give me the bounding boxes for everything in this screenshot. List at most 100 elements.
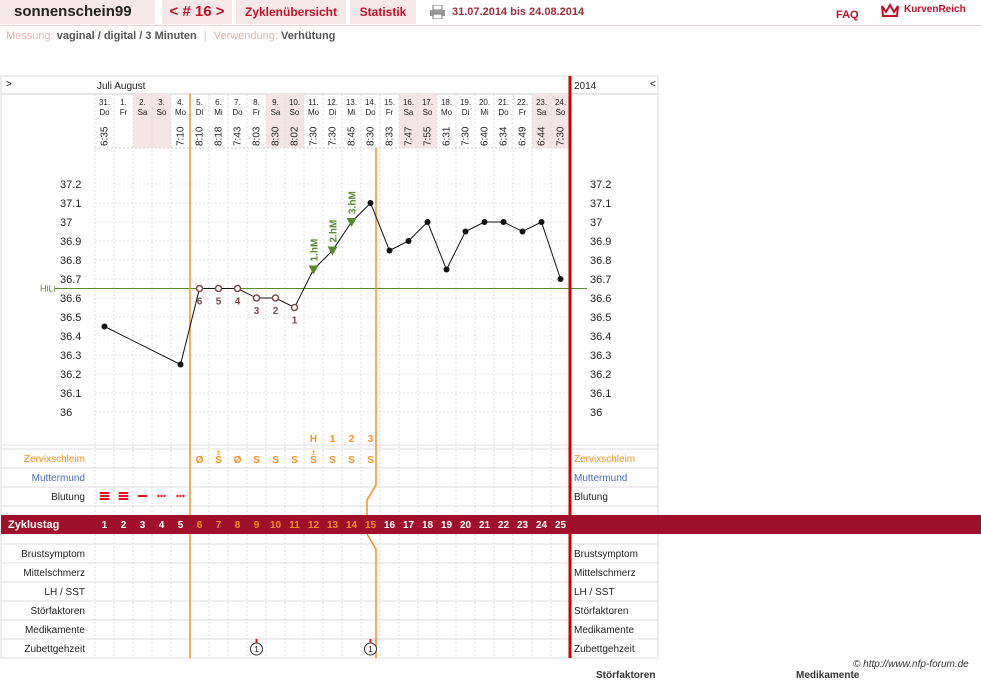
mucus-symbol: S — [348, 455, 355, 466]
day-date: 5. — [196, 98, 203, 107]
y-tick-label-right: 36.9 — [590, 236, 611, 248]
day-weekday: Mi — [480, 108, 489, 117]
bleeding-light-mark — [160, 494, 163, 498]
measurement-time: 7:30 — [461, 126, 472, 146]
day-weekday: Di — [462, 108, 470, 117]
y-tick-label: 36.4 — [60, 331, 81, 343]
day-weekday: Sa — [537, 108, 547, 117]
measurement-time: 6:34 — [499, 126, 510, 146]
day-date: 16. — [403, 98, 414, 107]
mucus-symbol: S — [329, 455, 336, 466]
temperature-point — [462, 228, 469, 235]
nfp-cycle-chart: > <Juli August 201431.Do6:351.Fr2.Sa3.So4.… — [0, 75, 981, 659]
row-label-right: Störfaktoren — [574, 606, 628, 617]
day-weekday: Mo — [175, 108, 187, 117]
temperature-point — [519, 228, 526, 235]
year-label: 2014 — [574, 81, 597, 92]
y-tick-label: 37 — [60, 217, 72, 229]
row-label-left: Mittelschmerz — [23, 568, 85, 579]
day-weekday: Di — [329, 108, 337, 117]
y-tick-label: 36.3 — [60, 350, 81, 362]
y-tick-label-right: 37.1 — [590, 198, 611, 210]
copyright-credit: © http://www.nfp-forum.de — [853, 659, 969, 670]
mucus-symbol: S — [367, 455, 374, 466]
cycle-day-label: Zyklustag — [8, 519, 59, 531]
y-tick-label-right: 36.7 — [590, 274, 611, 286]
cycle-day-number: 21 — [479, 520, 491, 531]
day-weekday: So — [290, 108, 300, 117]
temperature-point — [177, 361, 184, 368]
bedtime-count: 1 — [368, 645, 373, 654]
day-date: 21. — [498, 98, 509, 107]
day-date: 6. — [215, 98, 222, 107]
temperature-point — [481, 219, 488, 225]
bedtime-count: 1 — [254, 645, 259, 654]
higher-measurement-label: 1.hM — [310, 239, 321, 262]
y-tick-label: 36.2 — [60, 369, 81, 381]
y-tick-label-right: 37 — [590, 217, 602, 229]
low-count-label: 5 — [216, 297, 222, 308]
y-tick-label: 36.6 — [60, 293, 81, 305]
day-weekday: Mo — [308, 108, 320, 117]
measurement-time: 8:02 — [290, 126, 301, 146]
measurement-time: 7:30 — [556, 126, 567, 146]
mucus-symbol: S — [253, 455, 260, 466]
mucus-symbol: S — [272, 455, 279, 466]
cycle-day-number: 5 — [178, 520, 184, 531]
temperature-point — [101, 323, 108, 330]
measurement-time: 6:35 — [100, 126, 111, 146]
bleeding-light-mark — [176, 494, 179, 498]
y-tick-label-right: 36.8 — [590, 255, 611, 267]
cut-off-heading-medikamente: Medikamente — [796, 670, 860, 681]
row-label-left: Blutung — [51, 492, 85, 503]
row-label-left: Medikamente — [25, 625, 85, 636]
cycle-day-number: 3 — [140, 520, 146, 531]
low-count-label: 1 — [292, 316, 298, 327]
measurement-time: 8:18 — [214, 126, 225, 146]
row-label-right: Blutung — [574, 492, 608, 503]
bleeding-heavy-mark — [118, 492, 129, 494]
lower-measurement-point — [252, 294, 261, 302]
day-date: 22. — [517, 98, 528, 107]
bleeding-light-mark — [179, 494, 182, 498]
mucus-peak-marker: H — [310, 434, 317, 445]
day-weekday: Sa — [404, 108, 414, 117]
measurement-time: 8:30 — [271, 126, 282, 146]
bleeding-heavy-mark — [99, 492, 110, 494]
measurement-time: 8:10 — [195, 126, 206, 146]
cycle-day-number: 15 — [365, 520, 377, 531]
day-weekday: So — [157, 108, 167, 117]
day-date: 19. — [460, 98, 471, 107]
y-tick-label-right: 36 — [590, 407, 602, 419]
bleeding-heavy-mark — [99, 495, 110, 497]
day-weekday: Di — [196, 108, 204, 117]
temperature-point — [443, 266, 450, 273]
y-tick-label-right: 36.5 — [590, 312, 611, 324]
row-label-right: LH / SST — [574, 587, 615, 598]
row-label-left: Muttermund — [32, 473, 85, 484]
higher-measurement-label: 3.hM — [348, 191, 359, 214]
row-label-left: Zervixschleim — [24, 454, 85, 465]
measurement-time: 8:45 — [347, 126, 358, 146]
mucus-symbol: Ø — [196, 455, 204, 466]
day-weekday: Do — [99, 108, 110, 117]
measurement-time: 6:40 — [480, 126, 491, 146]
cycle-day-number: 18 — [422, 520, 434, 531]
mucus-peak-marker: 1 — [330, 434, 336, 445]
cut-off-heading-stoerfaktoren: Störfaktoren — [596, 670, 656, 681]
cycle-day-number: 14 — [346, 520, 358, 531]
bleeding-light-mark — [157, 494, 160, 498]
nav-prev-button: > — [6, 79, 12, 90]
mucus-symbol: Ø — [234, 455, 242, 466]
cycle-day-number: 10 — [270, 520, 282, 531]
cycle-day-number: 12 — [308, 520, 320, 531]
cycle-day-number: 4 — [159, 520, 165, 531]
day-date: 24. — [555, 98, 566, 107]
day-date: 2. — [139, 98, 146, 107]
mucus-peak-marker: 2 — [349, 434, 355, 445]
measurement-time: 7:30 — [328, 126, 339, 146]
day-weekday: Sa — [138, 108, 148, 117]
y-tick-label: 36 — [60, 407, 72, 419]
row-label-right: Mittelschmerz — [574, 568, 636, 579]
y-tick-label: 36.1 — [60, 388, 81, 400]
